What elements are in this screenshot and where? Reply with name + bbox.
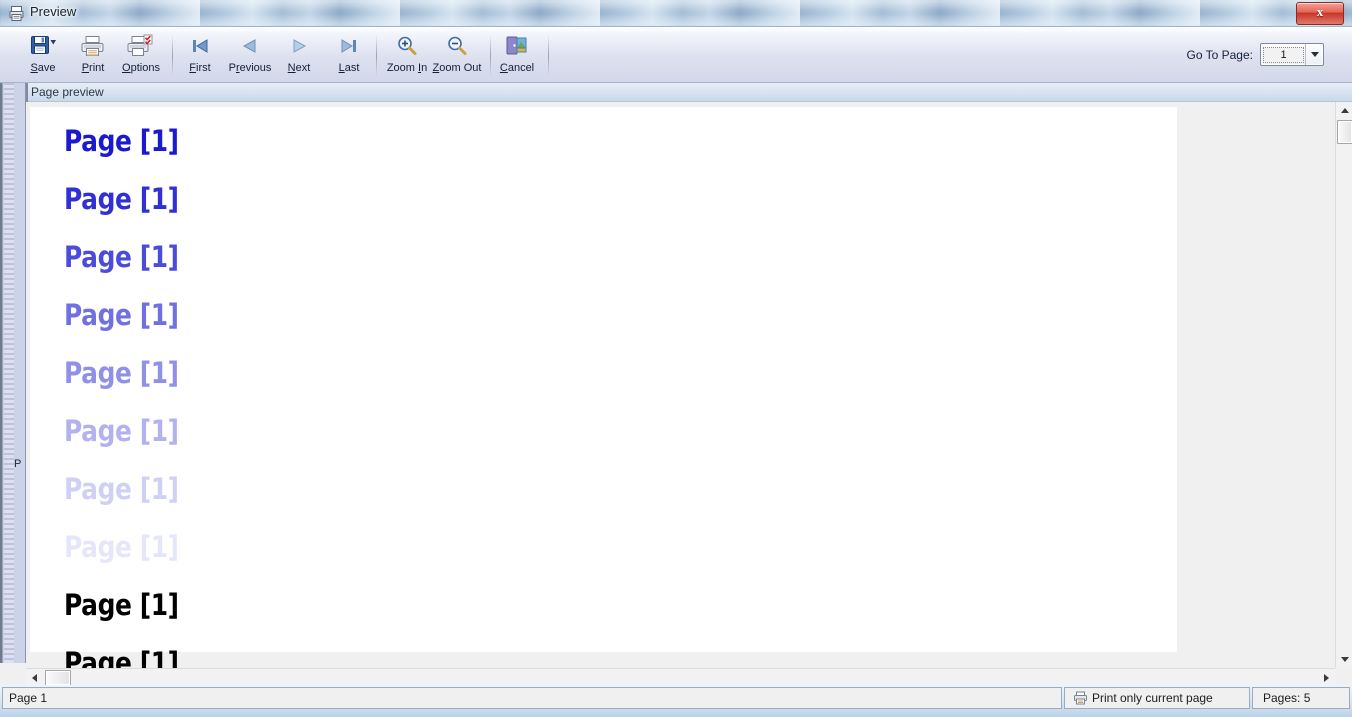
toolbar-separator <box>376 35 377 77</box>
nav-previous-icon <box>239 32 261 60</box>
close-button[interactable]: x <box>1296 2 1344 25</box>
cancel-button[interactable]: Cancel <box>496 30 538 80</box>
preview-line: Page [1] <box>64 518 179 576</box>
preview-area: Page preview Page [1] Page [1] Page [1] … <box>26 83 1352 685</box>
scroll-left-icon[interactable] <box>26 669 43 686</box>
nav-last-icon <box>338 32 360 60</box>
preview-line: Page [1] <box>64 576 179 634</box>
status-page-panel: Page 1 <box>2 687 1062 709</box>
toolbar-separator <box>172 35 173 77</box>
zoom-in-label: Zoom In <box>387 62 427 74</box>
printer-icon <box>80 32 106 60</box>
cancel-button-label: Cancel <box>500 62 534 74</box>
go-to-page-value[interactable]: 1 <box>1263 47 1304 63</box>
vertical-scrollbar[interactable] <box>1335 102 1352 668</box>
page-preview-label: Page preview <box>31 85 104 99</box>
aero-glass-blur <box>0 0 1352 26</box>
horizontal-scrollbar-thumb[interactable] <box>45 670 71 686</box>
preview-scroll-area[interactable]: Page [1] Page [1] Page [1] Page [1] Page… <box>26 102 1352 668</box>
first-page-button[interactable]: First <box>182 30 218 80</box>
zoom-in-icon <box>395 32 419 60</box>
preview-line: Page [1] <box>64 402 179 460</box>
horizontal-scrollbar[interactable] <box>26 668 1335 685</box>
zoom-out-icon <box>445 32 469 60</box>
options-button[interactable]: Options <box>114 30 168 80</box>
status-bar: Page 1 Print only current page Pages: 5 <box>0 685 1352 717</box>
save-button-label: Save <box>30 62 55 74</box>
zoom-in-button[interactable]: Zoom In <box>384 30 430 80</box>
chevron-down-icon[interactable] <box>1305 44 1323 65</box>
preview-line: Page [1] <box>64 344 179 402</box>
printer-options-icon <box>127 32 155 60</box>
print-preview-window: Preview x Save <box>0 0 1352 717</box>
go-to-page-combobox[interactable]: 1 <box>1260 43 1324 66</box>
last-page-button[interactable]: Last <box>330 30 368 80</box>
last-page-label: Last <box>339 62 360 74</box>
status-print-scope-text: Print only current page <box>1092 691 1213 705</box>
print-button-label: Print <box>82 62 105 74</box>
go-to-page-label: Go To Page: <box>1187 48 1254 62</box>
header-left-rule <box>26 83 28 102</box>
status-pages-text: Pages: 5 <box>1253 691 1310 705</box>
preview-line: Page [1] <box>64 228 179 286</box>
printer-preview-icon <box>8 5 25 22</box>
window-title: Preview <box>30 4 76 19</box>
scroll-up-icon[interactable] <box>1336 102 1352 119</box>
next-page-button[interactable]: Next <box>280 30 318 80</box>
first-page-label: First <box>189 62 210 74</box>
nav-first-icon <box>189 32 211 60</box>
status-pages-panel: Pages: 5 <box>1252 687 1350 709</box>
previous-page-button[interactable]: Previous <box>222 30 278 80</box>
status-print-scope-panel[interactable]: Print only current page <box>1064 687 1250 709</box>
preview-page-lines: Page [1] Page [1] Page [1] Page [1] Page… <box>64 112 197 668</box>
toolbar: Save Print <box>0 27 1352 83</box>
scroll-down-icon[interactable] <box>1336 651 1352 668</box>
panel-grip-hatch <box>4 83 14 663</box>
print-button[interactable]: Print <box>72 30 114 80</box>
preview-line: Page [1] <box>64 286 179 344</box>
toolbar-separator <box>548 35 549 77</box>
cancel-exit-icon <box>504 32 530 60</box>
nav-next-icon <box>288 32 310 60</box>
vertical-scrollbar-thumb[interactable] <box>1337 120 1352 144</box>
preview-line: Page [1] <box>64 460 179 518</box>
go-to-page-group: Go To Page: 1 <box>1187 43 1325 66</box>
preview-line: Page [1] <box>64 112 179 170</box>
options-button-label: Options <box>122 62 160 74</box>
next-page-label: Next <box>288 62 311 74</box>
zoom-out-label: Zoom Out <box>433 62 482 74</box>
close-icon: x <box>1297 4 1343 20</box>
left-panel-strip[interactable]: P <box>0 83 26 663</box>
left-panel-tab-label: P <box>14 458 21 470</box>
page-preview-header: Page preview <box>26 83 1352 102</box>
preview-line: Page [1] <box>64 634 179 668</box>
title-bar: Preview x <box>0 0 1352 27</box>
save-button[interactable]: Save <box>20 30 66 80</box>
scroll-right-icon[interactable] <box>1318 669 1335 686</box>
status-page-text: Page 1 <box>3 691 47 705</box>
zoom-out-button[interactable]: Zoom Out <box>430 30 484 80</box>
scrollbar-corner <box>1335 668 1352 685</box>
preview-paper: Page [1] Page [1] Page [1] Page [1] Page… <box>30 107 1177 652</box>
toolbar-separator <box>490 35 491 77</box>
floppy-save-icon <box>30 32 56 60</box>
previous-page-label: Previous <box>229 62 272 74</box>
preview-line: Page [1] <box>64 170 179 228</box>
printer-icon <box>1073 691 1088 705</box>
